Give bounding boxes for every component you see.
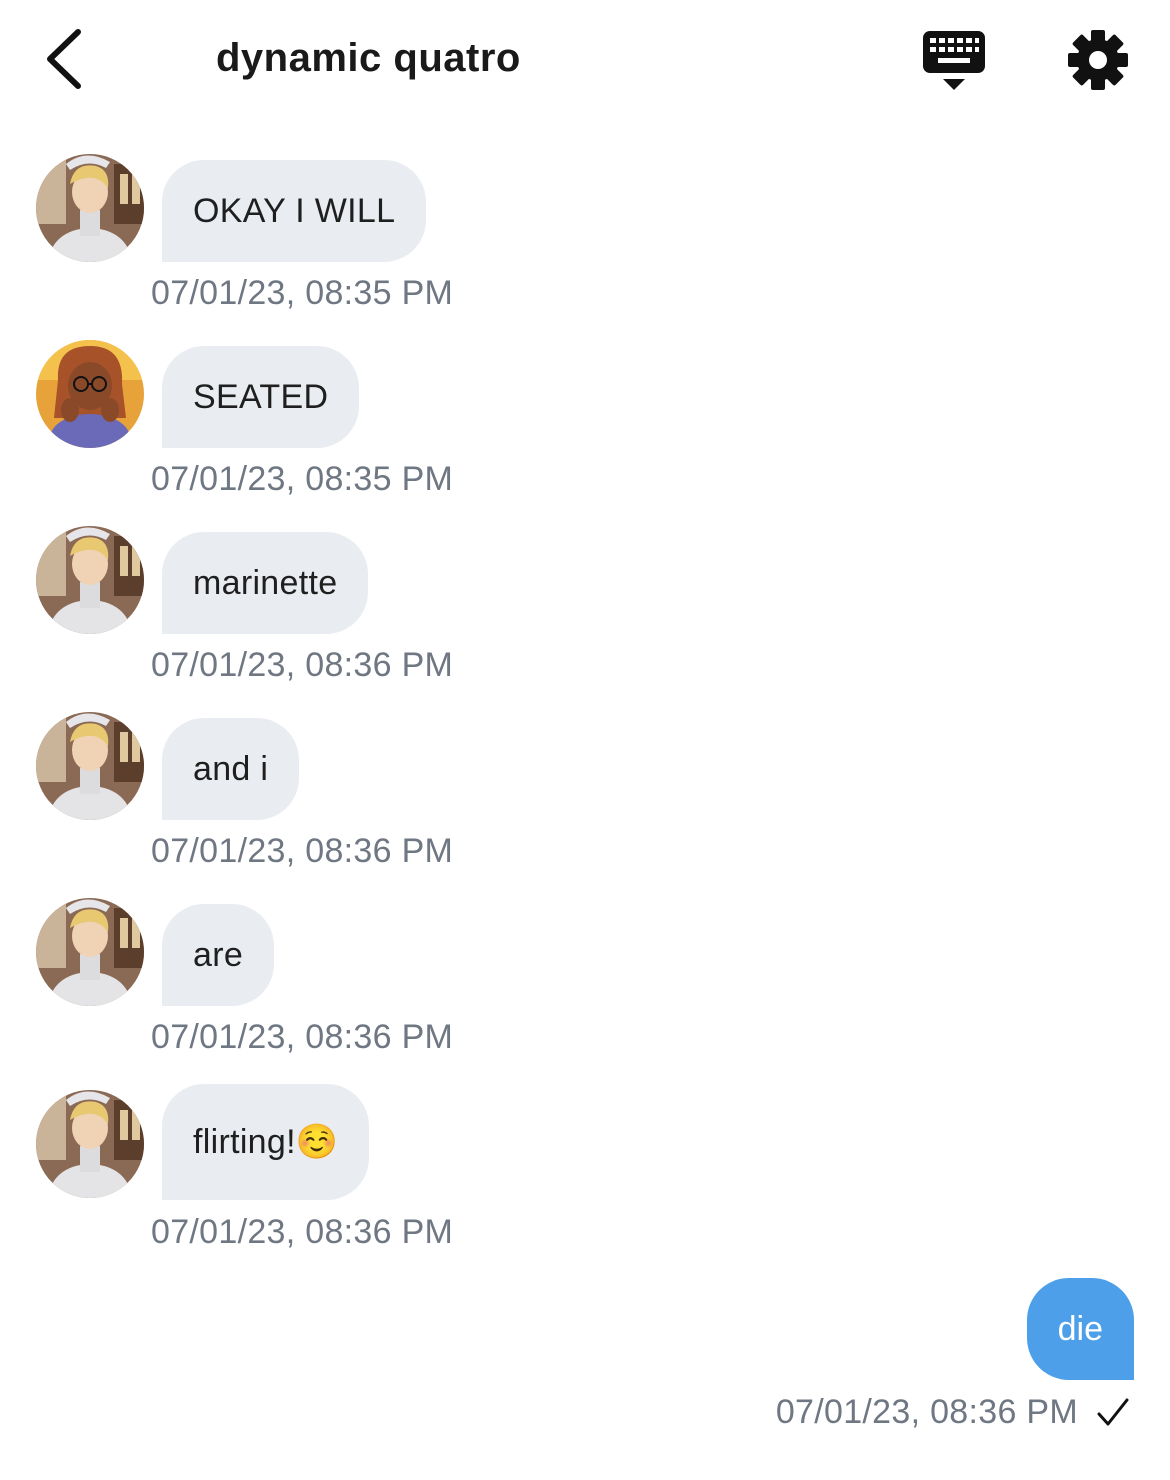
message-bubble[interactable]: flirting!☺️	[162, 1084, 370, 1200]
chat-header: dynamic quatro	[0, 0, 1170, 120]
settings-button[interactable]	[1066, 28, 1130, 92]
avatar[interactable]	[36, 526, 144, 634]
keyboard-button[interactable]	[920, 28, 988, 94]
checkmark-icon	[1097, 1398, 1129, 1426]
chevron-left-icon	[47, 29, 81, 89]
avatar[interactable]	[36, 1090, 144, 1198]
message-timestamp: 07/01/23, 08:35 PM	[151, 274, 454, 312]
message-bubble[interactable]: are	[162, 904, 275, 1006]
message-bubble[interactable]: marinette	[162, 532, 369, 634]
avatar[interactable]	[36, 154, 144, 262]
message-timestamp: 07/01/23, 08:36 PM	[151, 1018, 454, 1056]
message-bubble[interactable]: SEATED	[162, 346, 360, 448]
message-timestamp: 07/01/23, 08:35 PM	[151, 460, 454, 498]
chat-title: dynamic quatro	[216, 36, 521, 80]
avatar[interactable]	[36, 898, 144, 1006]
back-button[interactable]	[40, 26, 90, 92]
avatar[interactable]	[36, 712, 144, 820]
gear-icon	[1068, 30, 1128, 90]
message-bubble[interactable]: OKAY I WILL	[162, 160, 427, 262]
message-bubble[interactable]: and i	[162, 718, 300, 820]
avatar[interactable]	[36, 340, 144, 448]
message-timestamp: 07/01/23, 08:36 PM	[151, 832, 454, 870]
keyboard-icon	[923, 31, 985, 90]
message-timestamp: 07/01/23, 08:36 PM	[151, 1213, 454, 1251]
outgoing-message-timestamp: 07/01/23, 08:36 PM	[775, 1393, 1078, 1431]
message-timestamp: 07/01/23, 08:36 PM	[151, 646, 454, 684]
outgoing-message-bubble[interactable]: die	[1026, 1278, 1134, 1380]
